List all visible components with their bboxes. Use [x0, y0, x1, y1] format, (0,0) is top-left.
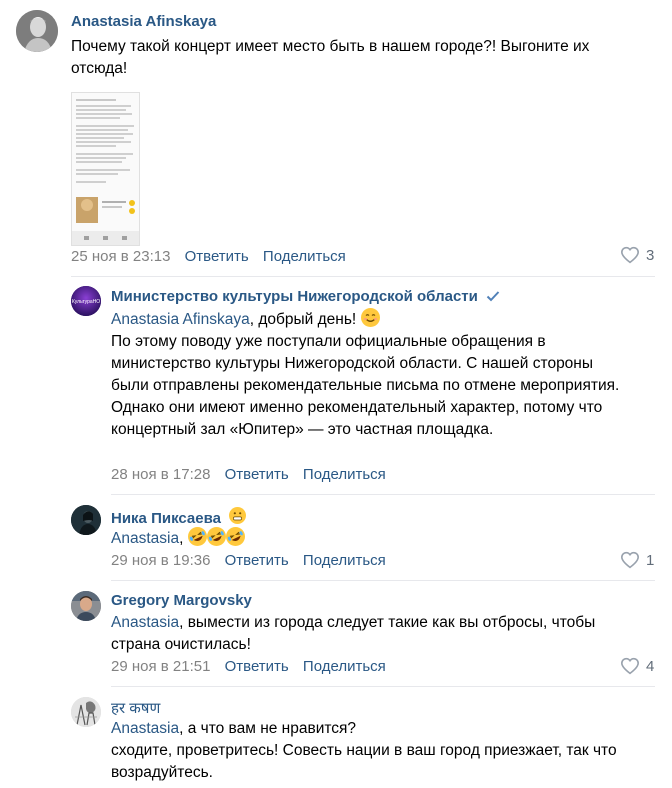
man-portrait-avatar-icon — [71, 591, 101, 621]
mention-link[interactable]: Anastasia — [111, 530, 179, 547]
like-button[interactable]: 3 — [620, 246, 654, 264]
author-name[interactable]: Министерство культуры Нижегородской обла… — [111, 288, 500, 305]
divider — [111, 686, 655, 687]
sketch-avatar-icon — [71, 697, 101, 727]
dark-portrait-avatar-icon — [71, 505, 101, 535]
author-name[interactable]: हर कषण — [111, 698, 160, 718]
divider — [111, 580, 655, 581]
comment-text: Anastasia Afinskaya, добрый день! По это… — [111, 308, 631, 441]
comment-text: Anastasia, а что вам не нравится? сходит… — [111, 718, 656, 784]
heart-icon — [620, 246, 640, 264]
author-name[interactable]: Anastasia Afinskaya — [71, 13, 216, 30]
comment-date[interactable]: 28 ноя в 17:28 — [111, 466, 210, 483]
like-button[interactable]: 1 — [620, 551, 654, 569]
comment-meta: 28 ноя в 17:28 Ответить Поделиться — [111, 466, 386, 483]
attached-image[interactable] — [71, 92, 140, 246]
reply-link[interactable]: Ответить — [225, 658, 289, 675]
author-name-text[interactable]: Ника Пиксаева — [111, 510, 221, 527]
like-button[interactable]: 4 — [620, 657, 654, 675]
comment-meta: 29 ноя в 19:36 Ответить Поделиться — [111, 552, 386, 569]
comment-text: Anastasia, вымести из города следует так… — [111, 612, 641, 656]
divider — [71, 276, 655, 277]
comment-text: Anastasia, — [111, 527, 631, 550]
share-link[interactable]: Поделиться — [303, 466, 386, 483]
mention-link[interactable]: Anastasia — [111, 614, 179, 631]
author-avatar[interactable] — [16, 10, 58, 52]
heart-icon — [620, 551, 640, 569]
smile-emoji-icon — [360, 308, 380, 327]
comment-body: сходите, проветритесь! Совесть нации в в… — [111, 742, 617, 781]
grimace-emoji-icon — [229, 507, 247, 524]
ministry-logo-text: КультураНО — [72, 299, 100, 305]
reply-link[interactable]: Ответить — [225, 552, 289, 569]
like-count: 1 — [646, 551, 655, 569]
verified-check-icon — [486, 291, 500, 302]
statue-avatar-icon — [16, 10, 58, 52]
share-link[interactable]: Поделиться — [263, 248, 346, 265]
author-avatar[interactable] — [71, 697, 101, 727]
mention-link[interactable]: Anastasia Afinskaya — [111, 311, 250, 328]
rofl-emoji-icon — [187, 527, 207, 546]
share-link[interactable]: Поделиться — [303, 658, 386, 675]
author-avatar[interactable]: КультураНО — [71, 286, 101, 316]
author-name[interactable]: Ника Пиксаева — [111, 507, 247, 527]
comment-text: Почему такой концерт имеет место быть в … — [71, 38, 590, 77]
comment-tail: , вымести из города следует такие как вы… — [111, 614, 596, 653]
ministry-logo-icon: КультураНО — [71, 286, 101, 316]
comment-date[interactable]: 29 ноя в 21:51 — [111, 658, 210, 675]
share-link[interactable]: Поделиться — [303, 552, 386, 569]
comment-tail: , а что вам не нравится? — [179, 720, 357, 737]
reply-link[interactable]: Ответить — [185, 248, 249, 265]
divider — [111, 494, 655, 495]
mention-link[interactable]: Anastasia — [111, 720, 179, 737]
comment-tail: , — [179, 530, 184, 547]
heart-icon — [620, 657, 640, 675]
like-count: 3 — [646, 246, 655, 264]
author-avatar[interactable] — [71, 591, 101, 621]
author-avatar[interactable] — [71, 505, 101, 535]
greeting-text: , добрый день! — [249, 311, 357, 328]
author-name-text[interactable]: Министерство культуры Нижегородской обла… — [111, 288, 478, 305]
rofl-emoji-icon — [206, 527, 226, 546]
reply-link[interactable]: Ответить — [225, 466, 289, 483]
comment-meta: 25 ноя в 23:13 Ответить Поделиться — [71, 248, 346, 265]
author-name[interactable]: Gregory Margovsky — [111, 592, 252, 609]
comment-meta: 29 ноя в 21:51 Ответить Поделиться — [111, 658, 386, 675]
comment-date[interactable]: 25 ноя в 23:13 — [71, 248, 170, 265]
reply-body: По этому поводу уже поступали официальны… — [111, 333, 620, 438]
comment-date[interactable]: 29 ноя в 19:36 — [111, 552, 210, 569]
like-count: 4 — [646, 657, 655, 675]
screenshot-image-icon — [72, 93, 139, 245]
rofl-emoji-icon — [225, 527, 245, 546]
